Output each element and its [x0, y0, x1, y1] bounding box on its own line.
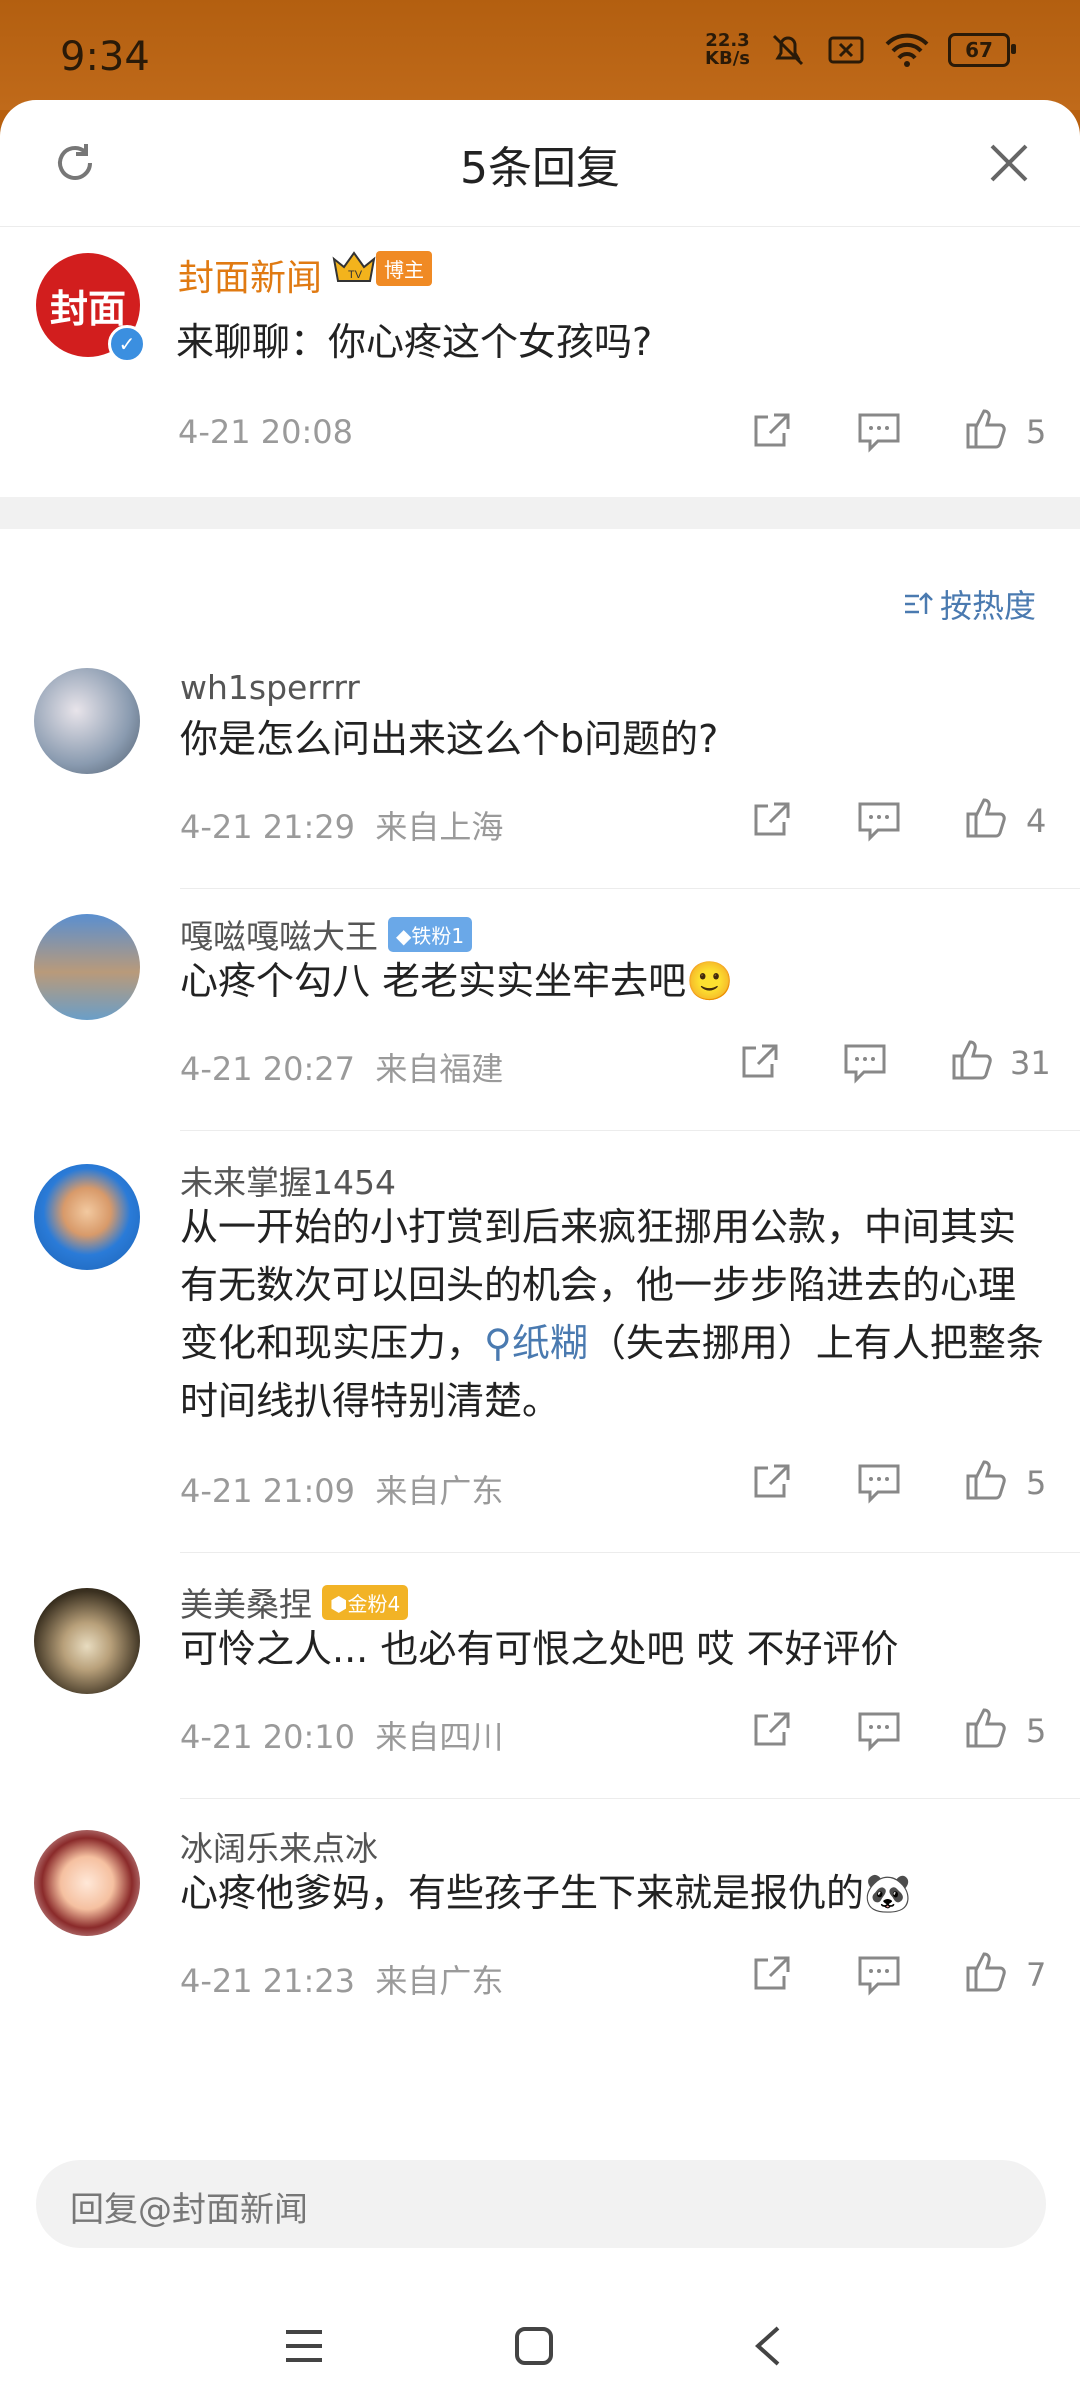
avatar[interactable] — [34, 1830, 140, 1936]
divider — [180, 1552, 1080, 1553]
system-nav-bar — [0, 2310, 1080, 2400]
status-icons: 22.3 KB/s 67 — [705, 30, 1016, 70]
fan-badge: ⬢金粉4 — [322, 1584, 409, 1620]
post-time: 4-21 20:08 — [178, 413, 354, 451]
search-icon: ⚲ — [484, 1321, 512, 1365]
net-speed: 22.3 KB/s — [705, 30, 750, 69]
like-icon[interactable] — [962, 1456, 1010, 1504]
menu-icon[interactable] — [282, 2326, 326, 2366]
comment-icon[interactable] — [856, 1952, 902, 1996]
like-icon[interactable] — [962, 1704, 1010, 1752]
like-count: 7 — [1026, 1956, 1047, 1994]
comment-author[interactable]: 美美桑捏 ⬢金粉4 — [180, 1578, 409, 1626]
avatar[interactable] — [34, 1164, 140, 1270]
sim-off-icon — [828, 36, 864, 64]
comment-text: 你是怎么问出来这么个b问题的? — [180, 717, 719, 761]
comment-icon[interactable] — [856, 1460, 902, 1504]
page-title: 5条回复 — [460, 143, 620, 194]
reply-input[interactable]: 回复@封面新闻 — [36, 2160, 1046, 2248]
divider — [180, 1798, 1080, 1799]
share-icon[interactable] — [750, 1708, 794, 1752]
comment-meta: 4-21 20:27 来自福建 — [180, 1050, 504, 1088]
sort-button[interactable]: 按热度 — [902, 581, 1036, 627]
divider — [180, 888, 1080, 889]
back-icon[interactable] — [748, 2324, 788, 2368]
comment-text: 心疼个勾八 老老实实坐牢去吧🙂 — [180, 959, 734, 1003]
svg-text:TV: TV — [348, 269, 363, 281]
comment-text: 心疼他爹妈，有些孩子生下来就是报仇的🐼 — [180, 1871, 912, 1915]
like-count: 5 — [1026, 1464, 1047, 1502]
comment-meta: 4-21 21:29 来自上海 — [180, 808, 504, 846]
avatar[interactable] — [34, 1588, 140, 1694]
post-text: 来聊聊：你心疼这个女孩吗? — [176, 320, 653, 364]
blogger-badge: 博主 — [376, 251, 432, 286]
comment-author[interactable]: 未来掌握1454 — [180, 1156, 396, 1204]
section-divider — [0, 497, 1080, 529]
like-count: 5 — [1026, 413, 1047, 451]
author-name[interactable]: 封面新闻 — [178, 249, 322, 301]
avatar[interactable] — [34, 668, 140, 774]
search-link[interactable]: ⚲纸糊 — [484, 1321, 588, 1365]
sort-icon — [904, 592, 933, 614]
status-time: 9:34 — [60, 34, 150, 80]
share-icon[interactable] — [750, 409, 794, 453]
share-icon[interactable] — [750, 1460, 794, 1504]
comment-meta: 4-21 21:23 来自广东 — [180, 1962, 504, 2000]
comment-icon[interactable] — [856, 798, 902, 842]
status-bar: 9:34 22.3 KB/s 67 — [0, 0, 1080, 110]
battery-icon: 67 — [948, 33, 1016, 67]
avatar[interactable] — [34, 914, 140, 1020]
comment-meta: 4-21 21:09 来自广东 — [180, 1472, 504, 1510]
like-icon[interactable] — [962, 405, 1010, 453]
comment-icon[interactable] — [856, 409, 902, 453]
comment-author[interactable]: 嘎嗞嘎嗞大王 ◆铁粉1 — [180, 910, 473, 958]
comment-text: 从一开始的小打赏到后来疯狂挪用公款，中间其实有无数次可以回头的机会，他一步步陷进… — [180, 1205, 1044, 1423]
share-icon[interactable] — [750, 1952, 794, 1996]
comment-author[interactable]: 冰阔乐来点冰 — [180, 1822, 378, 1870]
fan-badge: ◆铁粉1 — [388, 916, 473, 952]
crown-icon: TV — [332, 251, 376, 282]
like-icon[interactable] — [962, 1948, 1010, 1996]
comment-icon[interactable] — [842, 1040, 888, 1084]
like-count: 4 — [1026, 802, 1047, 840]
comment-author[interactable]: wh1sperrrr — [180, 668, 360, 707]
sort-row: 按热度 — [0, 529, 1080, 669]
replies-sheet: 5条回复 封面 ✓ 封面新闻 TV 博主 来聊聊：你心疼这个女孩吗? 4-21 … — [0, 100, 1080, 2400]
comment-icon[interactable] — [856, 1708, 902, 1752]
like-icon[interactable] — [962, 794, 1010, 842]
close-icon[interactable] — [986, 140, 1032, 186]
sheet-header: 5条回复 — [0, 100, 1080, 227]
divider — [180, 1130, 1080, 1131]
like-count: 5 — [1026, 1712, 1047, 1750]
share-icon[interactable] — [750, 798, 794, 842]
mute-icon — [772, 34, 804, 66]
main-post: 封面 ✓ 封面新闻 TV 博主 来聊聊：你心疼这个女孩吗? 4-21 20:08… — [0, 227, 1080, 497]
wifi-icon — [885, 33, 929, 67]
comment-text: 可怜之人... 也必有可恨之处吧 哎 不好评价 — [180, 1627, 899, 1671]
comment-meta: 4-21 20:10 来自四川 — [180, 1718, 504, 1756]
like-icon[interactable] — [948, 1036, 996, 1084]
share-icon[interactable] — [738, 1040, 782, 1084]
verified-icon: ✓ — [108, 325, 146, 363]
like-count: 31 — [1010, 1044, 1051, 1082]
home-icon[interactable] — [512, 2324, 556, 2368]
